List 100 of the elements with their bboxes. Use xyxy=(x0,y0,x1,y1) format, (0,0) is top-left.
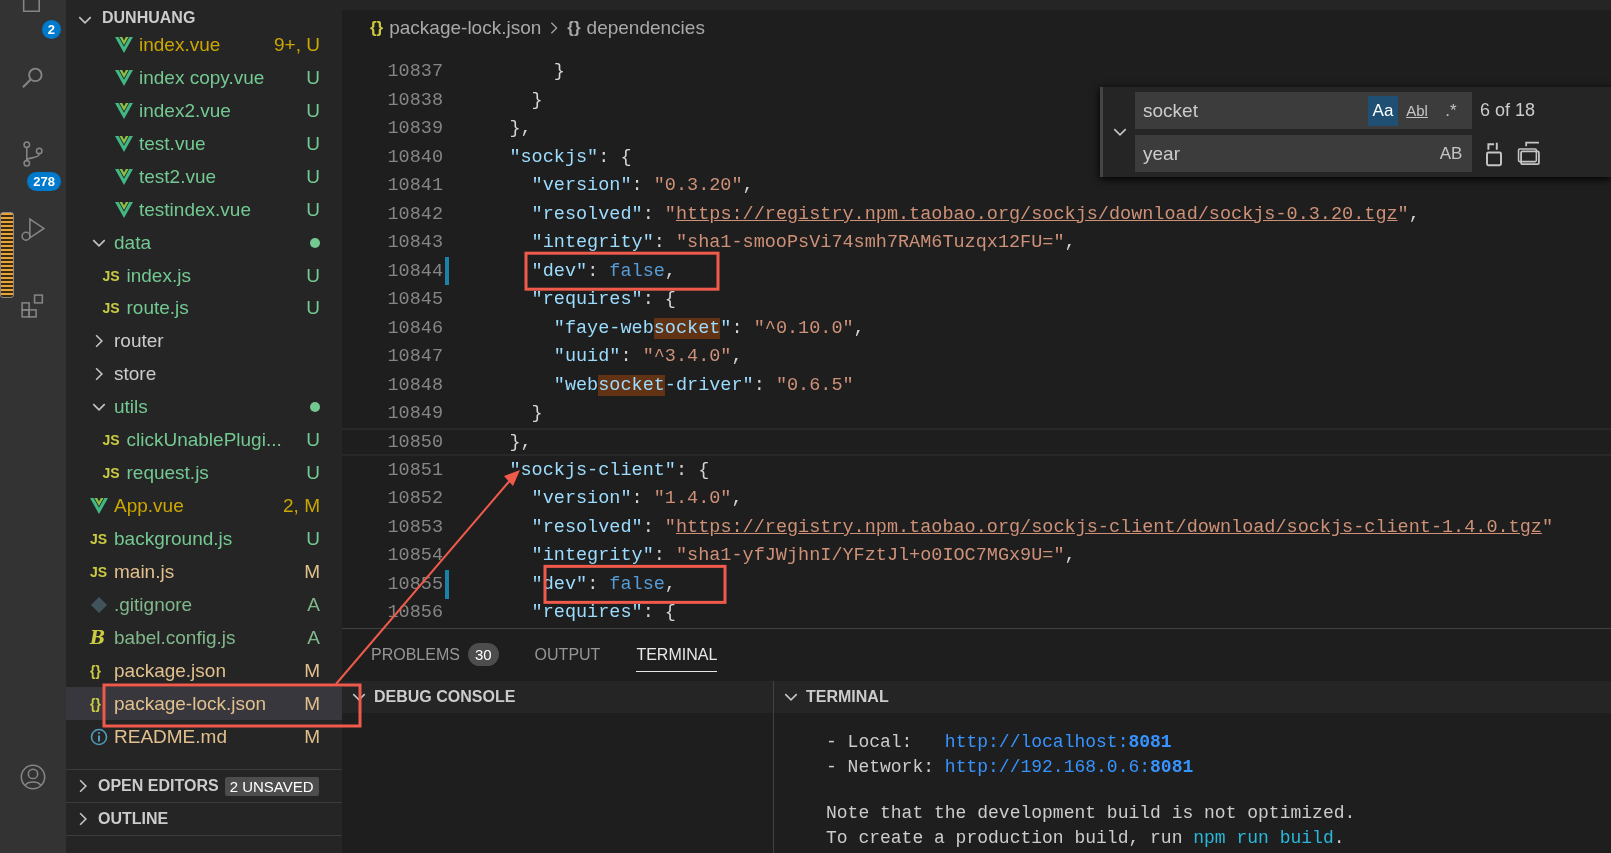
file-row[interactable]: {} package.json M xyxy=(66,654,342,688)
option-toggle[interactable]: AB xyxy=(1436,138,1466,169)
line-number: 10852 xyxy=(386,488,443,510)
file-row[interactable]: JS main.js M xyxy=(66,555,342,589)
file-row[interactable]: README.md M xyxy=(66,720,342,754)
git-status: U xyxy=(306,132,320,155)
section-title[interactable]: OUTLINE xyxy=(98,810,169,828)
git-status: U xyxy=(306,165,320,188)
line-number: 10841 xyxy=(386,175,443,197)
chevron-down-icon[interactable] xyxy=(1113,128,1127,136)
view-title[interactable]: TERMINAL xyxy=(806,688,889,706)
line-number: 10854 xyxy=(386,545,443,567)
vue-icon xyxy=(115,134,133,153)
unsaved-badge: 2 UNSAVED xyxy=(224,776,319,796)
file-type-icon: JS xyxy=(102,432,121,449)
file-type-icon: B xyxy=(90,627,108,649)
file-row[interactable]: test2.vue U xyxy=(66,160,342,194)
line-number: 10851 xyxy=(386,460,443,481)
file-type-icon: JS xyxy=(102,300,121,317)
vue-icon xyxy=(115,200,133,219)
breadcrumb[interactable]: dependencies xyxy=(586,16,705,39)
chevron-right-icon[interactable] xyxy=(79,779,87,793)
file-row[interactable]: .gitignore A xyxy=(66,588,342,622)
view-title[interactable]: DEBUG CONSOLE xyxy=(374,688,516,706)
line-number: 10844 xyxy=(386,260,443,282)
file-row[interactable]: {} package-lock.json M xyxy=(66,687,342,721)
git-status: 9+, U xyxy=(274,33,320,56)
git-status: A xyxy=(307,626,320,649)
file-row[interactable]: JS index.js U xyxy=(66,259,342,292)
folder-row[interactable]: data xyxy=(66,226,342,260)
info-icon xyxy=(90,727,108,746)
match-count: 6 of 18 xyxy=(1480,100,1536,121)
file-row[interactable]: testindex.vue U xyxy=(66,193,342,227)
breadcrumb[interactable]: package-lock.json xyxy=(389,16,542,39)
terminal-line: To create a production build, run npm run build. xyxy=(826,827,1345,848)
code-line: "version": "1.4.0", xyxy=(530,488,743,510)
git-status: U xyxy=(306,528,320,551)
line-number: 10845 xyxy=(386,289,443,311)
folder-row[interactable]: utils xyxy=(66,390,342,424)
git-status: U xyxy=(306,198,320,221)
code-line: } xyxy=(530,403,543,425)
file-row[interactable]: index2.vue U xyxy=(66,94,342,128)
line-number: 10837 xyxy=(386,61,443,83)
line-number: 10849 xyxy=(386,403,443,425)
braces-icon: {} xyxy=(567,17,581,38)
file-row[interactable]: index.vue 9+, U xyxy=(66,28,342,62)
chevron-down-icon[interactable] xyxy=(78,15,92,24)
git-status: U xyxy=(306,264,320,287)
git-status: U xyxy=(306,462,320,485)
code-line: "faye-websocket": "^0.10.0", xyxy=(552,317,865,339)
file-row[interactable]: test.vue U xyxy=(66,127,342,161)
file-row[interactable]: App.vue 2, M xyxy=(66,489,342,523)
play-bug-icon[interactable] xyxy=(19,216,47,244)
panel-tab[interactable]: OUTPUT xyxy=(534,638,601,672)
line-number: 10843 xyxy=(386,232,443,254)
code-line: "resolved": "https://registry.npm.taobao.org/sockjs-client/download/sockjs-client-1.4.0.tgz" xyxy=(530,516,1554,538)
option-toggle[interactable]: Abl xyxy=(1402,95,1432,126)
file-row[interactable]: JS route.js U xyxy=(66,292,342,325)
file-type-icon: {} xyxy=(90,695,108,712)
option-toggle[interactable]: Aa xyxy=(1368,95,1398,126)
chevron-down-icon[interactable] xyxy=(784,693,798,701)
code-line: }, xyxy=(508,431,532,453)
chevron-down-icon[interactable] xyxy=(352,693,366,701)
file-row[interactable]: JS clickUnablePlugi... U xyxy=(66,423,342,457)
line-number: 10839 xyxy=(386,118,443,140)
file-row[interactable]: JS request.js U xyxy=(66,456,342,490)
vue-icon xyxy=(115,101,133,120)
line-number: 10850 xyxy=(386,431,443,453)
code-line: } xyxy=(552,61,565,83)
vue-icon xyxy=(115,35,133,54)
git-status: M xyxy=(304,659,320,682)
git-status: M xyxy=(304,725,320,748)
braces-icon: {} xyxy=(370,17,384,38)
chevron-right-icon[interactable] xyxy=(79,812,87,826)
code-line: "uuid": "^3.4.0", xyxy=(552,346,743,368)
find-field[interactable]: socket Aa Abl .* xyxy=(1135,92,1472,129)
file-row[interactable]: index copy.vue U xyxy=(66,61,342,95)
code-line: "dev": false, xyxy=(530,260,676,282)
file-row[interactable]: JS background.js U xyxy=(66,522,342,556)
panel-tab[interactable]: PROBLEMS 30 xyxy=(371,638,499,672)
code-line: "sockjs": { xyxy=(508,146,632,168)
line-number: 10853 xyxy=(386,516,443,538)
folder-row[interactable]: router xyxy=(66,324,342,358)
terminal-line: - Local: http://localhost:8081 xyxy=(826,732,1172,753)
folder-row[interactable]: store xyxy=(66,357,342,391)
git-status: A xyxy=(307,593,320,616)
git-status: M xyxy=(304,692,320,715)
git-status: U xyxy=(306,429,320,452)
panel-tab[interactable]: TERMINAL xyxy=(636,638,718,672)
line-number: 10848 xyxy=(386,374,443,396)
option-toggle[interactable]: .* xyxy=(1436,95,1466,126)
code-line: "websocket-driver": "0.6.5" xyxy=(552,374,854,396)
git-status: U xyxy=(306,99,320,122)
section-title[interactable]: OPEN EDITORS xyxy=(98,777,219,795)
code-line: } xyxy=(530,89,543,111)
file-type-icon: JS xyxy=(90,531,108,548)
replace-field[interactable]: year AB xyxy=(1135,135,1472,172)
file-row[interactable]: B babel.config.js A xyxy=(66,621,342,655)
code-line: "resolved": "https://registry.npm.taobao.org/sockjs/download/sockjs-0.3.20.tgz", xyxy=(530,203,1420,225)
account-icon[interactable] xyxy=(19,763,47,791)
